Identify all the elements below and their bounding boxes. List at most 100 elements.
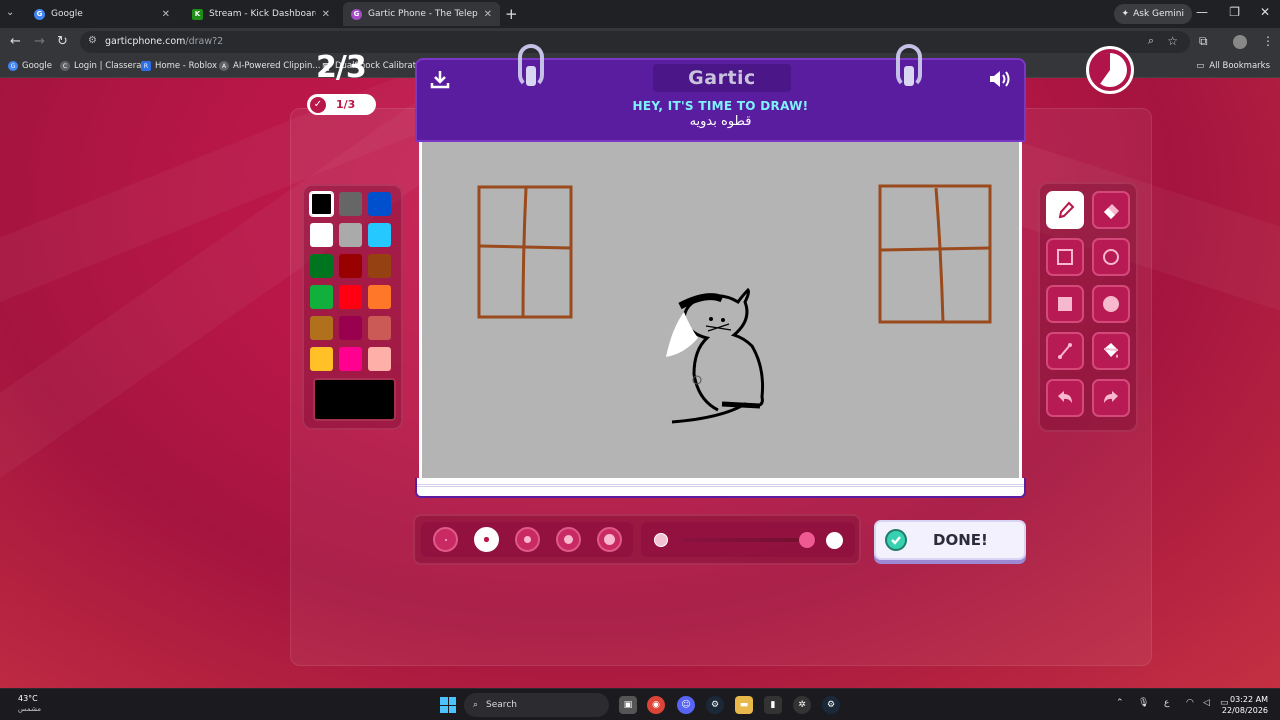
color-swatch[interactable] <box>368 347 391 371</box>
search-label: Search <box>486 700 517 710</box>
circle-outline-icon <box>1103 249 1119 265</box>
download-icon[interactable] <box>429 68 451 94</box>
check-icon: ✓ <box>310 96 326 113</box>
color-swatch[interactable] <box>310 316 333 340</box>
task-view-icon[interactable]: ▣ <box>619 696 637 714</box>
undo-tool[interactable] <box>1046 379 1084 417</box>
forward-icon[interactable]: → <box>34 34 45 49</box>
fill-bucket-tool[interactable] <box>1092 332 1130 370</box>
tab-title: Stream - Kick Dashboard <box>209 9 316 19</box>
brush-size-option[interactable] <box>556 527 581 552</box>
reload-icon[interactable]: ↻ <box>57 34 68 49</box>
color-swatch[interactable] <box>368 285 391 309</box>
language-indicator[interactable]: ع <box>1164 698 1169 708</box>
opacity-track[interactable] <box>681 538 816 542</box>
bookmark-roblox[interactable]: R Home - Roblox <box>141 61 217 71</box>
color-swatch[interactable] <box>368 316 391 340</box>
address-bar-row: ← → ↻ ⚙ garticphone.com/draw?2 ⌕ ☆ ⧉ ⋮ <box>0 28 1280 56</box>
all-bookmarks-button[interactable]: ▭ All Bookmarks <box>1196 61 1270 71</box>
color-palette <box>302 184 403 430</box>
close-icon[interactable]: ✕ <box>484 9 492 20</box>
minimize-icon[interactable]: — <box>1196 5 1208 19</box>
taskbar-search[interactable]: ⌕ Search <box>464 693 609 717</box>
close-icon[interactable]: ✕ <box>162 9 170 20</box>
color-swatch[interactable] <box>339 316 362 340</box>
discord-icon[interactable]: ☺ <box>677 696 695 714</box>
ask-gemini-button[interactable]: ✦ Ask Gemini <box>1113 4 1192 24</box>
done-button[interactable]: DONE! <box>874 520 1026 560</box>
app-icon[interactable]: ▮ <box>764 696 782 714</box>
bookmark-google[interactable]: G Google <box>8 61 52 71</box>
bookmark-classera[interactable]: C Login | Classera <box>60 61 142 71</box>
opacity-slider[interactable] <box>641 522 855 557</box>
tab-kick[interactable]: K Stream - Kick Dashboard ✕ <box>184 2 338 26</box>
profile-avatar[interactable] <box>1233 35 1247 49</box>
color-swatch[interactable] <box>310 223 333 247</box>
windows-taskbar: 43°C مشمس ⌕ Search ▣ ◉ ☺ ⚙ ▬ ▮ ✲ ⚙ ⌃ 🎙 ع… <box>0 688 1280 720</box>
color-swatch[interactable] <box>339 192 362 216</box>
menu-icon[interactable]: ⋮ <box>1262 34 1274 48</box>
file-explorer-icon[interactable]: ▬ <box>735 696 753 714</box>
done-label: DONE! <box>933 531 988 549</box>
color-swatch[interactable] <box>368 192 391 216</box>
brush-size-option[interactable] <box>515 527 540 552</box>
weather-widget[interactable]: 43°C مشمس <box>18 694 41 714</box>
wifi-icon[interactable]: ◠ <box>1186 698 1194 708</box>
zoom-icon[interactable]: ⌕ <box>1148 34 1154 48</box>
ellipse-fill-tool[interactable] <box>1092 285 1130 323</box>
steam-icon[interactable]: ⚙ <box>706 696 724 714</box>
redo-tool[interactable] <box>1092 379 1130 417</box>
color-swatch[interactable] <box>310 285 333 309</box>
color-swatch[interactable] <box>310 254 333 278</box>
close-icon[interactable]: ✕ <box>322 9 330 20</box>
paint-bucket-icon <box>1103 343 1119 358</box>
pen-tool[interactable] <box>1046 191 1084 229</box>
rectangle-outline-tool[interactable] <box>1046 238 1084 276</box>
brush-size-option[interactable] <box>474 527 499 552</box>
tab-search-icon[interactable]: ⌄ <box>6 7 14 18</box>
steam-icon[interactable]: ⚙ <box>822 696 840 714</box>
omnibox[interactable]: ⚙ garticphone.com/draw?2 ⌕ ☆ <box>80 31 1190 53</box>
eraser-tool[interactable] <box>1092 191 1130 229</box>
pencil-icon <box>1058 201 1075 219</box>
opacity-handle[interactable] <box>798 532 815 548</box>
cat-drawing <box>671 287 764 424</box>
ellipse-outline-tool[interactable] <box>1092 238 1130 276</box>
chrome-icon[interactable]: ◉ <box>647 696 665 714</box>
url-text[interactable]: garticphone.com/draw?2 <box>105 36 223 47</box>
square-outline-icon <box>1057 249 1073 265</box>
drawing-canvas[interactable] <box>419 142 1022 482</box>
close-window-icon[interactable]: ✕ <box>1260 5 1270 19</box>
restore-icon[interactable]: ❐ <box>1229 5 1240 19</box>
gear-app-icon[interactable]: ✲ <box>793 696 811 714</box>
tab-google[interactable]: G Google ✕ <box>26 2 178 26</box>
site-info-icon[interactable]: ⚙ <box>88 35 97 46</box>
rectangle-fill-tool[interactable] <box>1046 285 1084 323</box>
tab-gartic[interactable]: G Gartic Phone - The Telephone G ✕ <box>343 2 500 26</box>
bookmark-star-icon[interactable]: ☆ <box>1167 34 1178 48</box>
color-swatch[interactable] <box>368 254 391 278</box>
sound-icon[interactable] <box>987 68 1013 94</box>
color-swatch[interactable] <box>339 285 362 309</box>
check-icon <box>885 529 907 551</box>
windows-start-icon[interactable] <box>440 697 456 713</box>
extensions-icon[interactable]: ⧉ <box>1199 34 1208 49</box>
line-tool[interactable] <box>1046 332 1084 370</box>
bookmark-label: AI-Powered Clippin... <box>233 61 321 71</box>
microphone-icon[interactable]: 🎙 <box>1138 698 1149 708</box>
bookmark-ai-clipping[interactable]: A AI-Powered Clippin... <box>219 61 321 71</box>
notebook-pages <box>415 478 1026 498</box>
back-icon[interactable]: ← <box>10 34 21 49</box>
chevron-up-icon[interactable]: ⌃ <box>1116 698 1124 708</box>
color-swatch[interactable] <box>339 223 362 247</box>
volume-icon[interactable]: ◁ <box>1203 698 1210 708</box>
color-swatch[interactable] <box>368 223 391 247</box>
color-swatch[interactable] <box>310 347 333 371</box>
system-clock[interactable]: 03:22 AM 22/08/2026 <box>1222 694 1268 716</box>
color-swatch[interactable] <box>339 347 362 371</box>
color-swatch[interactable] <box>310 192 333 216</box>
brush-size-option[interactable] <box>597 527 622 552</box>
color-swatch[interactable] <box>339 254 362 278</box>
brush-size-option[interactable] <box>433 527 458 552</box>
new-tab-button[interactable]: + <box>505 5 518 23</box>
